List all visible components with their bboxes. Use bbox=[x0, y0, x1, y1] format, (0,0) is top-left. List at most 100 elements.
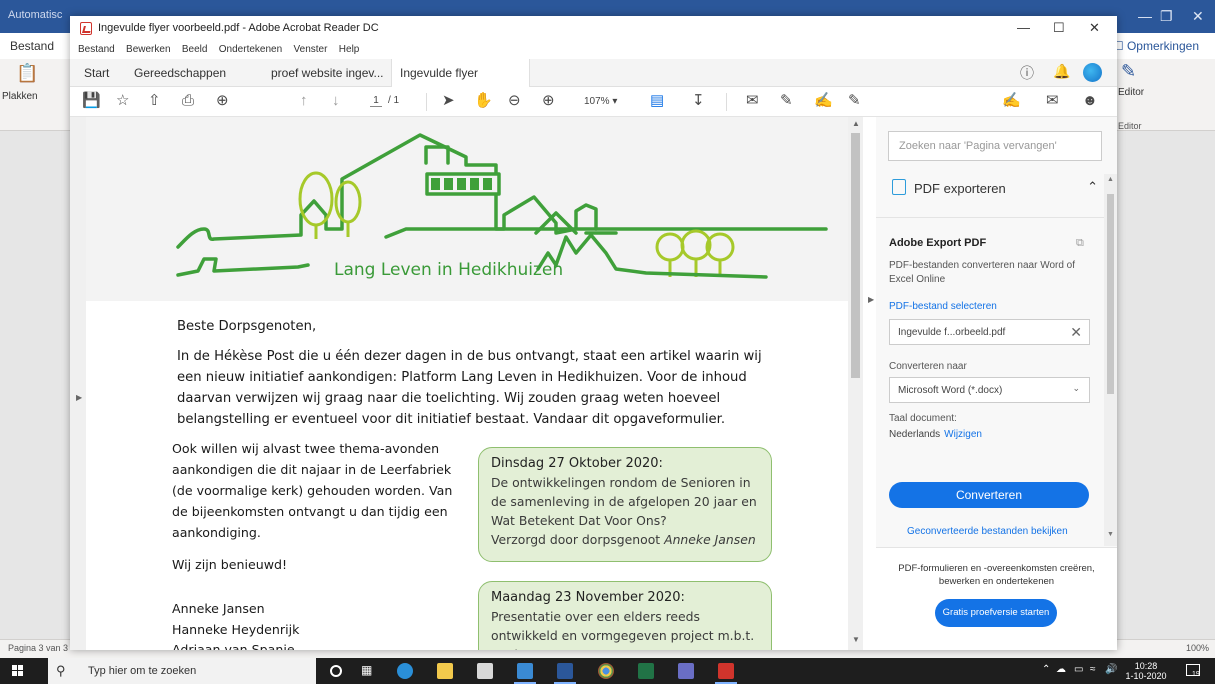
fit-page-icon[interactable]: ▤ bbox=[650, 92, 664, 110]
zoom-in-icon[interactable]: ⊕ bbox=[542, 92, 555, 110]
convert-button[interactable]: Converteren bbox=[889, 482, 1089, 508]
acrobat-icon[interactable] bbox=[715, 663, 737, 684]
change-language-link[interactable]: Wijzigen bbox=[944, 429, 982, 440]
start-trial-button[interactable]: Gratis proefversie starten bbox=[935, 599, 1057, 627]
maximize-button[interactable]: ☐ bbox=[1053, 20, 1065, 36]
clear-file-icon[interactable]: ✕ bbox=[1070, 324, 1082, 341]
store-icon[interactable] bbox=[477, 663, 493, 679]
event-box-2: Maandag 23 November 2020: Presentatie ov… bbox=[478, 581, 772, 650]
pdf-page: Lang Leven in Hedikhuizen Beste Dorpsgen… bbox=[86, 117, 848, 650]
profile-avatar[interactable] bbox=[1083, 63, 1102, 82]
word-menu-bestand[interactable]: Bestand bbox=[10, 39, 54, 53]
editor-icon[interactable]: ✎ bbox=[1121, 61, 1136, 82]
zoom-select[interactable]: 107% ▾ bbox=[584, 96, 617, 107]
format-select[interactable]: Microsoft Word (*.docx) ⌄ bbox=[889, 377, 1090, 403]
cortana-icon[interactable] bbox=[330, 665, 342, 677]
minimize-button[interactable]: — bbox=[1017, 20, 1030, 35]
scrollbar-thumb[interactable] bbox=[851, 133, 860, 378]
task-view-icon[interactable]: ▦ bbox=[361, 663, 377, 679]
acrobat-tab-bar: Start Gereedschappen proef website ingev… bbox=[70, 59, 1117, 108]
tab-proef-website[interactable]: proef website ingev... bbox=[263, 59, 392, 87]
cloud-upload-icon[interactable]: ⇧ bbox=[148, 92, 161, 110]
page-down-icon[interactable]: ↓ bbox=[332, 92, 340, 110]
network-icon[interactable]: ≈ bbox=[1090, 664, 1096, 675]
print-icon[interactable]: ⎙ bbox=[182, 92, 194, 110]
acrobat-window-title: Ingevulde flyer voorbeeld.pdf - Adobe Ac… bbox=[98, 22, 379, 34]
comment-icon[interactable]: ✉ bbox=[746, 92, 759, 110]
word-paste-label[interactable]: Plakken bbox=[2, 91, 38, 102]
selected-file-field[interactable]: Ingevulde f...orbeeld.pdf ✕ bbox=[889, 319, 1090, 345]
edge-icon[interactable] bbox=[397, 663, 413, 679]
tray-chevron-icon[interactable]: ⌃ bbox=[1042, 664, 1050, 675]
outlook-icon[interactable] bbox=[514, 663, 536, 684]
document-view[interactable]: ▶ Lang Leven in Hedikhuizen Beste Dorpsg… bbox=[70, 117, 863, 650]
zoom-out-icon[interactable]: ⊖ bbox=[508, 92, 521, 110]
tools-pane-scrollbar[interactable]: ▲ ▼ bbox=[1104, 174, 1117, 546]
windows-start-icon[interactable] bbox=[12, 665, 24, 677]
excel-icon[interactable] bbox=[638, 663, 654, 679]
clock-time: 10:28 bbox=[1134, 661, 1158, 671]
left-panel-toggle[interactable]: ▶ bbox=[76, 393, 82, 402]
page-up-icon[interactable]: ↑ bbox=[300, 92, 308, 110]
scrollbar-thumb[interactable] bbox=[1107, 194, 1114, 394]
mail-icon[interactable]: ✉ bbox=[1046, 92, 1059, 110]
menu-bewerken[interactable]: Bewerken bbox=[126, 41, 170, 59]
word-comments-button[interactable]: ☐ Opmerkingen bbox=[1113, 39, 1199, 53]
menu-venster[interactable]: Venster bbox=[294, 41, 328, 59]
page-current-input[interactable]: 1 bbox=[370, 95, 382, 107]
word-icon[interactable] bbox=[554, 663, 576, 684]
menu-bestand[interactable]: Bestand bbox=[78, 41, 115, 59]
close-button[interactable]: ✕ bbox=[1089, 20, 1100, 36]
zoom-search-icon[interactable]: ⊕ bbox=[216, 92, 229, 110]
hand-tool-icon[interactable]: ✋ bbox=[474, 92, 493, 110]
document-scrollbar[interactable]: ▲ ▼ bbox=[848, 117, 863, 650]
menu-ondertekenen[interactable]: Ondertekenen bbox=[219, 41, 282, 59]
taskbar-clock[interactable]: 10:28 1-10-2020 bbox=[1123, 661, 1169, 681]
star-icon[interactable]: ☆ bbox=[116, 92, 129, 110]
scroll-up-icon[interactable]: ▲ bbox=[852, 119, 860, 128]
document-language-label: Taal document: bbox=[889, 413, 957, 424]
word-minimize-button[interactable]: — bbox=[1138, 8, 1152, 24]
menu-beeld[interactable]: Beeld bbox=[182, 41, 208, 59]
tab-gereedschappen[interactable]: Gereedschappen bbox=[126, 59, 234, 87]
word-close-button[interactable]: ✕ bbox=[1192, 8, 1204, 25]
draw-signature-icon[interactable]: ✍ bbox=[814, 92, 833, 110]
word-zoom-level[interactable]: 100% bbox=[1186, 643, 1209, 653]
teams-icon[interactable] bbox=[678, 663, 694, 679]
fill-sign-icon[interactable]: ✎ bbox=[848, 92, 861, 110]
help-icon[interactable]: ⓘ bbox=[1020, 63, 1034, 83]
view-converted-files-link[interactable]: Geconverteerde bestanden bekijken bbox=[907, 526, 1068, 537]
onedrive-icon[interactable]: ☁ bbox=[1056, 664, 1066, 675]
scroll-down-icon[interactable]: ▼ bbox=[1107, 531, 1114, 538]
scroll-mode-icon[interactable]: ↧ bbox=[692, 92, 705, 110]
scroll-up-icon[interactable]: ▲ bbox=[1107, 176, 1114, 183]
save-icon[interactable]: 💾 bbox=[82, 92, 101, 110]
select-file-link[interactable]: PDF-bestand selecteren bbox=[889, 301, 997, 312]
word-editor-label[interactable]: Editor bbox=[1118, 87, 1144, 98]
taskbar-search-input[interactable]: ⚲ Typ hier om te zoeken bbox=[48, 658, 316, 684]
right-panel-toggle[interactable]: ▶ bbox=[868, 295, 874, 304]
scroll-down-icon[interactable]: ▼ bbox=[852, 635, 860, 644]
paste-icon[interactable]: 📋 bbox=[16, 63, 38, 84]
volume-icon[interactable]: 🔊 bbox=[1105, 664, 1117, 675]
event-box-1: Dinsdag 27 Oktober 2020: De ontwikkeling… bbox=[478, 447, 772, 562]
word-restore-button[interactable]: ❐ bbox=[1160, 8, 1173, 25]
menu-help[interactable]: Help bbox=[339, 41, 360, 59]
tools-search-input[interactable]: Zoeken naar 'Pagina vervangen' bbox=[888, 131, 1102, 161]
highlight-pen-icon[interactable]: ✎ bbox=[780, 92, 793, 110]
select-cursor-icon[interactable]: ➤ bbox=[442, 92, 455, 110]
file-explorer-icon[interactable] bbox=[437, 663, 453, 679]
sign-icon[interactable]: ✍ bbox=[1002, 92, 1021, 110]
word-editor-group-label: Editor bbox=[1118, 121, 1142, 131]
export-pdf-header[interactable]: PDF exporteren ⌃ bbox=[888, 177, 1102, 203]
divider bbox=[876, 217, 1104, 218]
chevron-up-icon[interactable]: ⌃ bbox=[1087, 179, 1098, 195]
event-1-organizer: Verzorgd door dorpsgenoot Anneke Jansen bbox=[491, 530, 759, 549]
chrome-icon[interactable] bbox=[598, 663, 614, 679]
bell-icon[interactable]: 🔔 bbox=[1053, 63, 1070, 80]
tab-ingevulde-flyer[interactable]: Ingevulde flyer voo...✕ bbox=[391, 59, 530, 108]
tab-start[interactable]: Start bbox=[76, 59, 117, 87]
battery-icon[interactable]: ▭ bbox=[1074, 664, 1083, 675]
add-user-icon[interactable]: ☻ bbox=[1082, 92, 1098, 110]
service-info-icon[interactable]: ⧉ bbox=[1076, 237, 1084, 250]
